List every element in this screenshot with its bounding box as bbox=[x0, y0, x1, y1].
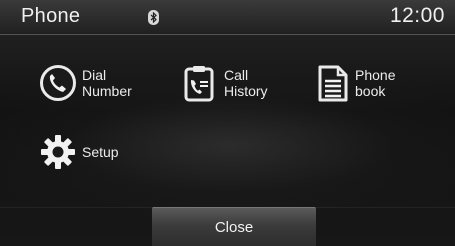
phonebook-button[interactable]: Phone book bbox=[313, 63, 395, 103]
setup-label: Setup bbox=[82, 144, 119, 160]
setup-button[interactable]: Setup bbox=[38, 132, 119, 172]
close-button[interactable]: Close bbox=[152, 207, 316, 246]
call-history-label-line2: History bbox=[224, 83, 268, 99]
screen-title: Phone bbox=[21, 5, 81, 27]
call-history-label-line1: Call bbox=[224, 67, 249, 83]
phone-screen: Phone 12:00 Dial Number Call History Pho… bbox=[0, 0, 455, 246]
dial-number-label-line2: Number bbox=[82, 83, 132, 99]
dial-number-label-line1: Dial bbox=[82, 67, 107, 83]
phonebook-label-line2: book bbox=[355, 83, 386, 99]
dial-number-button[interactable]: Dial Number bbox=[38, 63, 132, 103]
dial-number-icon bbox=[40, 65, 76, 101]
call-history-icon bbox=[184, 66, 214, 102]
status-bar: Phone 12:00 bbox=[0, 0, 455, 35]
phonebook-icon bbox=[318, 65, 348, 102]
call-history-button[interactable]: Call History bbox=[180, 63, 268, 103]
clock: 12:00 bbox=[389, 4, 445, 27]
phonebook-label-line1: Phone bbox=[355, 67, 396, 83]
gear-icon bbox=[41, 135, 75, 169]
bluetooth-icon bbox=[148, 10, 159, 25]
